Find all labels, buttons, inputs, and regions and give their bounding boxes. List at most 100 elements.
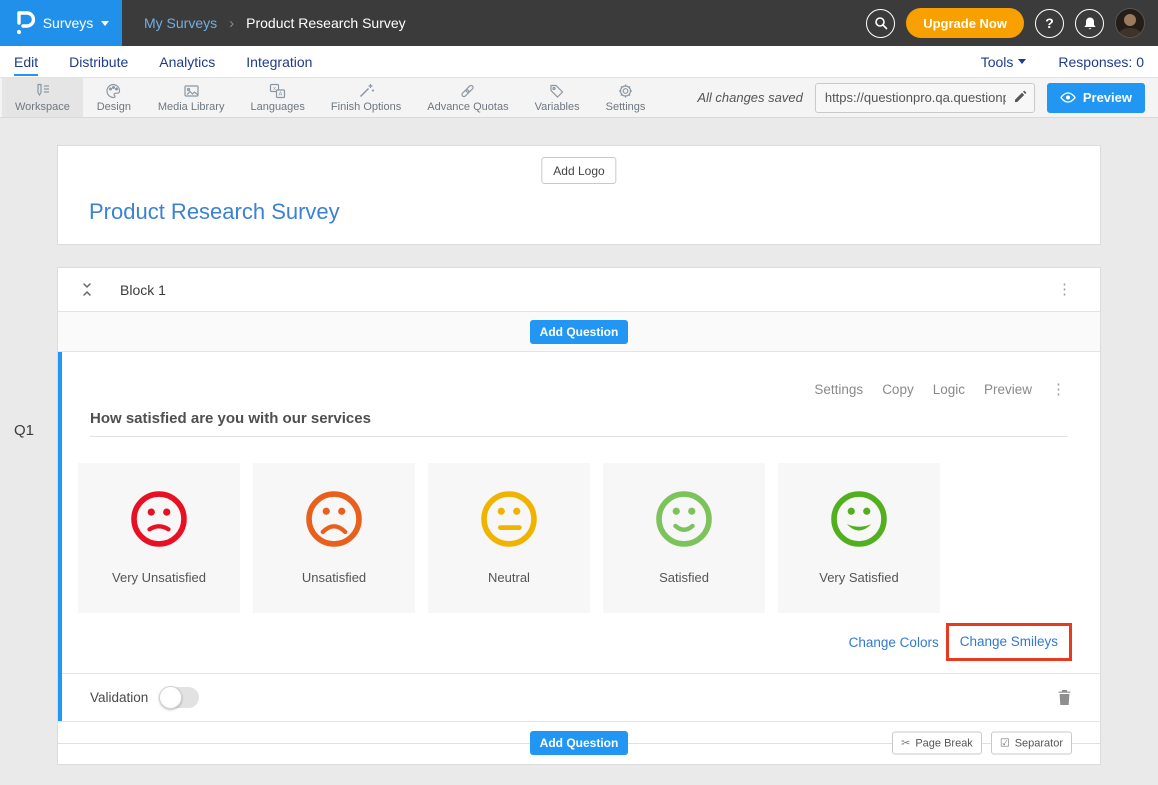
preview-button[interactable]: Preview bbox=[1047, 83, 1145, 113]
surveys-app-menu[interactable]: Surveys bbox=[0, 0, 122, 46]
chevron-down-icon bbox=[1018, 59, 1026, 64]
toolbar-item-settings[interactable]: Settings bbox=[593, 78, 659, 117]
option-neutral[interactable]: Neutral bbox=[428, 463, 590, 613]
option-label: Satisfied bbox=[659, 570, 709, 585]
question-underline bbox=[90, 436, 1068, 437]
block-card: Block 1 ⋮ Add Question Settings Copy Log… bbox=[57, 267, 1101, 765]
toolbar-label: Languages bbox=[250, 101, 304, 113]
change-colors-link[interactable]: Change Colors bbox=[849, 635, 939, 650]
question-toolbar: Settings Copy Logic Preview ⋮ bbox=[814, 378, 1072, 401]
media-image-icon bbox=[183, 83, 200, 99]
nav-tabs: Edit Distribute Analytics Integration bbox=[14, 48, 312, 76]
design-palette-icon bbox=[105, 83, 122, 99]
big-smile-face-icon bbox=[828, 488, 890, 550]
questionpro-logo bbox=[13, 10, 35, 36]
block-menu-button[interactable]: ⋮ bbox=[1051, 278, 1078, 301]
tab-analytics[interactable]: Analytics bbox=[159, 48, 215, 76]
tab-integration[interactable]: Integration bbox=[246, 48, 312, 76]
question-logic-link[interactable]: Logic bbox=[933, 382, 965, 397]
survey-nav: Edit Distribute Analytics Integration To… bbox=[0, 46, 1158, 78]
option-very-satisfied[interactable]: Very Satisfied bbox=[778, 463, 940, 613]
help-button[interactable]: ? bbox=[1035, 9, 1064, 38]
user-avatar[interactable] bbox=[1115, 8, 1145, 38]
option-label: Neutral bbox=[488, 570, 530, 585]
delete-question-button[interactable] bbox=[1057, 689, 1072, 706]
smiley-options-row: Very Unsatisfied Unsatisfied bbox=[78, 463, 1100, 613]
topbar-actions: Upgrade Now ? bbox=[866, 8, 1158, 38]
add-question-button-top[interactable]: Add Question bbox=[530, 320, 629, 344]
change-smileys-link[interactable]: Change Smileys bbox=[960, 634, 1058, 649]
validation-label: Validation bbox=[90, 690, 148, 705]
breadcrumb-current-survey: Product Research Survey bbox=[246, 15, 406, 31]
pencil-icon[interactable] bbox=[1013, 89, 1028, 109]
page-break-label: Page Break bbox=[915, 737, 972, 749]
toolbar-item-variables[interactable]: Variables bbox=[522, 78, 593, 117]
notifications-button[interactable] bbox=[1075, 9, 1104, 38]
smile-face-icon bbox=[653, 488, 715, 550]
toolbar-item-languages[interactable]: x A Languages bbox=[237, 78, 317, 117]
toolbar-label: Variables bbox=[535, 101, 580, 113]
toolbar-item-media-library[interactable]: Media Library bbox=[145, 78, 238, 117]
validation-row: Validation bbox=[62, 673, 1100, 721]
svg-text:x: x bbox=[273, 85, 276, 91]
search-button[interactable] bbox=[866, 9, 895, 38]
trash-icon bbox=[1057, 689, 1072, 706]
question-menu-button[interactable]: ⋮ bbox=[1045, 378, 1072, 401]
search-icon bbox=[874, 16, 888, 30]
question-copy-link[interactable]: Copy bbox=[882, 382, 914, 397]
question-preview-link[interactable]: Preview bbox=[984, 382, 1032, 397]
separator-label: Separator bbox=[1015, 737, 1063, 749]
neutral-face-icon bbox=[478, 488, 540, 550]
option-very-unsatisfied[interactable]: Very Unsatisfied bbox=[78, 463, 240, 613]
breadcrumb: My Surveys › Product Research Survey bbox=[144, 15, 406, 32]
tab-edit[interactable]: Edit bbox=[14, 48, 38, 76]
add-logo-button[interactable]: Add Logo bbox=[541, 157, 616, 184]
toggle-knob bbox=[159, 686, 182, 709]
question-number: Q1 bbox=[14, 422, 34, 439]
collapse-vertical-icon bbox=[80, 282, 94, 297]
tab-distribute[interactable]: Distribute bbox=[69, 48, 128, 76]
page-break-button[interactable]: ✂ Page Break bbox=[892, 732, 982, 755]
checkbox-checked-icon: ☑ bbox=[1000, 737, 1010, 750]
survey-url-input[interactable] bbox=[815, 83, 1035, 113]
tag-icon bbox=[549, 83, 566, 99]
survey-url-wrap bbox=[815, 83, 1035, 113]
workspace-content: Q1 Add Logo Product Research Survey Bloc… bbox=[0, 118, 1158, 765]
eye-icon bbox=[1060, 92, 1076, 103]
toolbar-item-advance-quotas[interactable]: Advance Quotas bbox=[414, 78, 521, 117]
svg-text:A: A bbox=[279, 91, 283, 97]
add-question-button-bottom[interactable]: Add Question bbox=[530, 731, 629, 755]
workspace-icon bbox=[34, 83, 51, 99]
block-title[interactable]: Block 1 bbox=[120, 282, 166, 298]
frown-face-icon bbox=[303, 488, 365, 550]
validation-toggle[interactable] bbox=[159, 687, 199, 708]
upgrade-now-button[interactable]: Upgrade Now bbox=[906, 8, 1024, 38]
option-unsatisfied[interactable]: Unsatisfied bbox=[253, 463, 415, 613]
question-mark-icon: ? bbox=[1045, 15, 1054, 31]
toolbar-item-workspace[interactable]: Workspace bbox=[2, 78, 83, 117]
tools-label: Tools bbox=[981, 54, 1014, 70]
magic-wand-icon bbox=[358, 83, 375, 99]
breadcrumb-my-surveys[interactable]: My Surveys bbox=[144, 15, 217, 31]
translate-icon: x A bbox=[269, 83, 286, 99]
responses-count[interactable]: Responses: 0 bbox=[1058, 54, 1144, 70]
collapse-block-button[interactable] bbox=[80, 282, 94, 297]
top-bar: Surveys My Surveys › Product Research Su… bbox=[0, 0, 1158, 46]
survey-title[interactable]: Product Research Survey bbox=[89, 199, 340, 225]
question-settings-link[interactable]: Settings bbox=[814, 382, 863, 397]
toolbar-item-finish-options[interactable]: Finish Options bbox=[318, 78, 414, 117]
add-question-row-top: Add Question bbox=[58, 312, 1100, 352]
separator-button[interactable]: ☑ Separator bbox=[991, 732, 1072, 755]
toolbar-label: Finish Options bbox=[331, 101, 401, 113]
app-menu-label: Surveys bbox=[43, 15, 94, 31]
bell-icon bbox=[1083, 16, 1097, 31]
toolbar-label: Design bbox=[97, 101, 131, 113]
survey-header-card: Add Logo Product Research Survey bbox=[57, 145, 1101, 245]
tools-dropdown[interactable]: Tools bbox=[981, 54, 1027, 70]
option-satisfied[interactable]: Satisfied bbox=[603, 463, 765, 613]
toolbar-item-design[interactable]: Design bbox=[83, 78, 145, 117]
sad-face-icon bbox=[128, 488, 190, 550]
option-label: Very Unsatisfied bbox=[112, 570, 206, 585]
gear-icon bbox=[617, 83, 634, 99]
option-label: Unsatisfied bbox=[302, 570, 366, 585]
